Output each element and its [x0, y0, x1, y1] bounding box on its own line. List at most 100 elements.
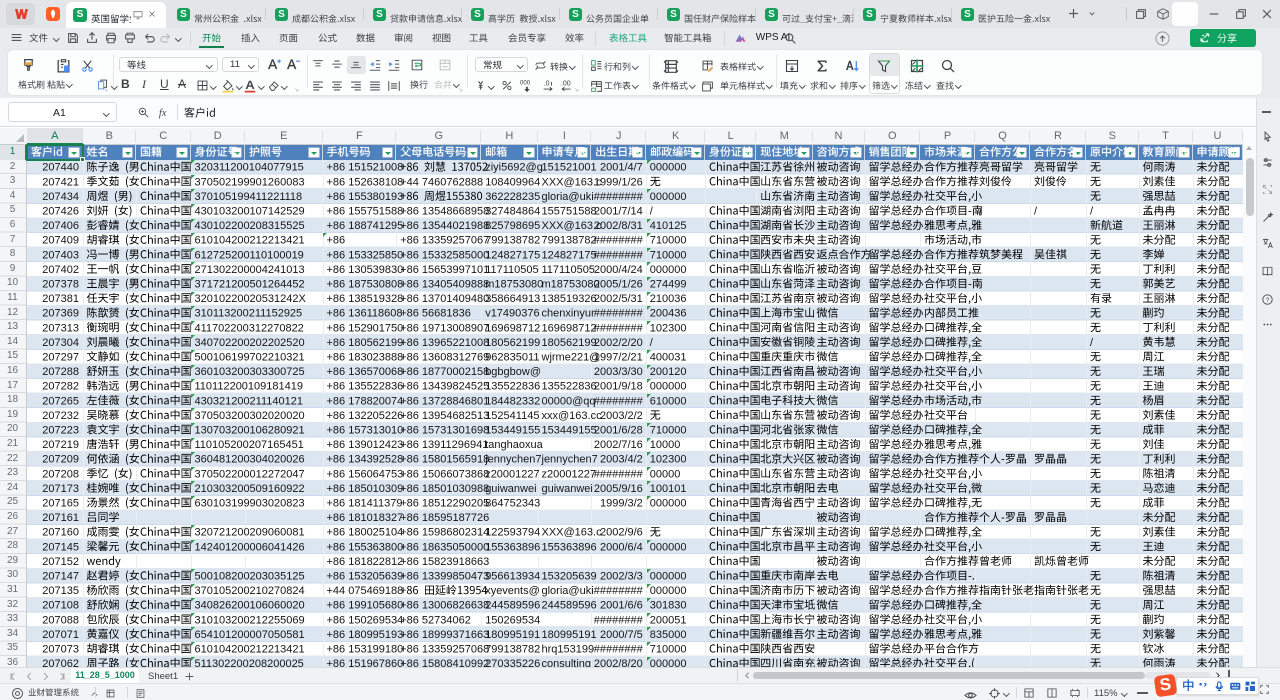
svg-text:+86 134392528: +86 134392528 [327, 454, 404, 466]
svg-text:799138782: 799138782 [542, 235, 597, 247]
svg-text:2001/4/7: 2001/4/7 [600, 162, 643, 174]
svg-text:169698712: 169698712 [485, 322, 540, 334]
svg-text:?: ? [1266, 297, 1270, 304]
svg-text:+86 155751588: +86 155751588 [327, 206, 404, 218]
svg-text:+86 15066073868: +86 15066073868 [400, 468, 489, 480]
svg-text:+86 13608312769: +86 13608312769 [400, 352, 489, 364]
svg-text:2003/2/2: 2003/2/2 [600, 410, 643, 422]
svg-text:135522836: 135522836 [485, 381, 540, 393]
svg-text:+86 15332585000: +86 15332585000 [400, 249, 489, 261]
svg-text:000000: 000000 [650, 541, 687, 553]
svg-text:z20001227: z20001227 [542, 468, 596, 480]
svg-text:+86 13954682513: +86 13954682513 [400, 410, 489, 422]
svg-text:340702200202202520: 340702200202202520 [195, 337, 305, 349]
svg-text:500108200203035125: 500108200203035125 [195, 571, 305, 583]
svg-text:guiwanwei: guiwanwei [485, 483, 536, 495]
svg-text:207147: 207147 [42, 571, 79, 583]
svg-text:+86 15986802314: +86 15986802314 [400, 527, 489, 539]
svg-text:2001/6/28: 2001/6/28 [594, 425, 643, 437]
svg-text:+86 181411379: +86 181411379 [327, 498, 403, 510]
svg-text:2000/4/24: 2000/4/24 [594, 264, 643, 276]
svg-text:358664913: 358664913 [485, 293, 540, 305]
svg-text:2002/8/31: 2002/8/31 [594, 220, 643, 232]
svg-text:150269534: 150269534 [485, 614, 540, 626]
svg-text:2000/6/4: 2000/6/4 [600, 541, 643, 553]
svg-text:+86 19713008907: +86 19713008907 [400, 322, 489, 334]
svg-text:+86 155380193: +86 155380193 [327, 191, 404, 203]
svg-text:340826200106060020: 340826200106060020 [195, 600, 305, 612]
svg-text:+86 152638108: +86 152638108 [327, 176, 404, 188]
svg-text:207219: 207219 [42, 439, 79, 451]
svg-text:+86 13911296941: +86 13911296941 [400, 439, 488, 451]
svg-text:+86 155363800: +86 155363800 [327, 541, 404, 553]
svg-text:430321200211140121: 430321200211140121 [195, 395, 304, 407]
svg-text:207288: 207288 [42, 366, 79, 378]
svg-text:2005/1/26: 2005/1/26 [594, 279, 643, 291]
svg-text:000000: 000000 [650, 381, 687, 393]
svg-text:301830: 301830 [650, 600, 687, 612]
svg-text:320311200104077915: 320311200104077915 [195, 162, 304, 174]
svg-text:########: ######## [594, 308, 644, 320]
svg-text:10000: 10000 [650, 439, 681, 451]
svg-text:1997/2/21: 1997/2/21 [594, 352, 643, 364]
svg-text:630103199903020823: 630103199903020823 [195, 498, 305, 510]
svg-text:+86 18501030988: +86 18501030988 [400, 483, 489, 495]
svg-text:00000: 00000 [650, 468, 681, 480]
svg-text:1999/1/26: 1999/1/26 [594, 176, 643, 188]
svg-text:+86 132205226: +86 132205226 [327, 410, 404, 422]
svg-text:########: ######## [594, 644, 644, 656]
svg-text:124827175: 124827175 [542, 249, 597, 261]
svg-text:500106199702210321: 500106199702210321 [195, 352, 305, 364]
svg-text:########: ######## [594, 235, 644, 247]
svg-text:000000: 000000 [650, 191, 687, 203]
svg-text:180995191: 180995191 [485, 629, 540, 641]
svg-text:00000@qq: 00000@qq [542, 395, 596, 407]
svg-text:+86 139012423: +86 139012423 [327, 439, 404, 451]
svg-text:430103200107142529: 430103200107142529 [195, 206, 305, 218]
svg-text:+86 138519328: +86 138519328 [327, 293, 404, 305]
svg-text:+86 13439824525: +86 13439824525 [400, 381, 489, 393]
svg-text:210303200509160922: 210303200509160922 [195, 483, 305, 495]
svg-text:ziyi5692@g: ziyi5692@g [485, 162, 543, 174]
svg-text:100101: 100101 [650, 483, 687, 495]
svg-text:+86 135522836: +86 135522836 [327, 381, 404, 393]
svg-text:207440: 207440 [42, 162, 79, 174]
svg-text:152541145: 152541145 [485, 410, 539, 422]
svg-text:+86 187530808: +86 187530808 [327, 279, 404, 291]
svg-text:654101200007050581: 654101200007050581 [195, 629, 305, 641]
svg-text:410125: 410125 [650, 220, 687, 232]
svg-text:bgbgbow@: bgbgbow@ [485, 366, 541, 378]
svg-text:+86 13399850473: +86 13399850473 [400, 571, 489, 583]
svg-text:+86 199105680: +86 199105680 [327, 600, 404, 612]
svg-text:180562199: 180562199 [542, 337, 597, 349]
svg-text:2000/7/5: 2000/7/5 [600, 629, 643, 641]
svg-text:200120: 200120 [650, 366, 687, 378]
svg-text:360103200303300725: 360103200303300725 [195, 366, 305, 378]
svg-text:610000: 610000 [650, 395, 687, 407]
svg-text:+86 181822812: +86 181822812 [327, 556, 404, 568]
svg-text:864752343: 864752343 [485, 498, 540, 510]
svg-text:2001/6/6: 2001/6/6 [600, 600, 643, 612]
svg-text:+86 153205639: +86 153205639 [327, 571, 404, 583]
svg-text:207409: 207409 [42, 235, 79, 247]
svg-text:1999/3/2: 1999/3/2 [600, 498, 643, 510]
svg-text:XXX@163.c: XXX@163.c [542, 527, 603, 539]
svg-text:+86 13006826638: +86 13006826638 [400, 600, 489, 612]
svg-text:+86 13359257067: +86 13359257067 [400, 235, 489, 247]
svg-text:962835011: 962835011 [485, 352, 539, 364]
svg-text:207152: 207152 [42, 556, 79, 568]
svg-text:2002/2/20: 2002/2/20 [594, 337, 643, 349]
svg-text:000000: 000000 [650, 162, 687, 174]
svg-text:799138782: 799138782 [485, 235, 540, 247]
svg-text:610104200212213421: 610104200212213421 [195, 644, 305, 656]
svg-text:207406: 207406 [42, 220, 79, 232]
svg-text:207282: 207282 [42, 381, 79, 393]
svg-text:########: ######## [594, 191, 644, 203]
svg-text:207402: 207402 [42, 264, 79, 276]
svg-text:151521001: 151521001 [542, 162, 597, 174]
svg-text:710000: 710000 [650, 249, 687, 261]
svg-text:+86 180025104: +86 180025104 [327, 527, 404, 539]
svg-text:207209: 207209 [42, 454, 79, 466]
svg-text:000000: 000000 [650, 571, 687, 583]
svg-text:207378: 207378 [42, 279, 79, 291]
